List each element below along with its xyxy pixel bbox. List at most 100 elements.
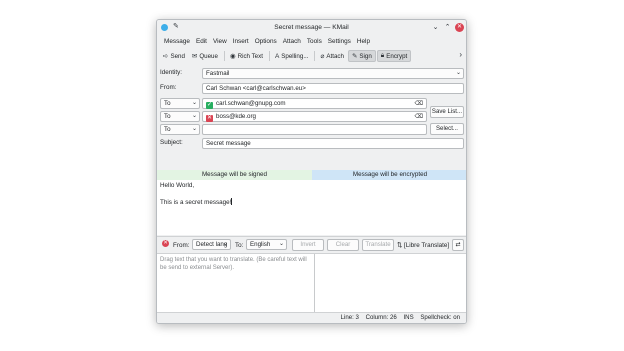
identity-value: Fastmail [206,70,230,77]
translate-button[interactable]: Translate [362,239,394,251]
minimize-button[interactable]: ⌄ [431,23,440,32]
translator-settings-button[interactable]: ⇄ [452,239,464,251]
main-toolbar: ➪ Send ✉ Queue ◉ Rich Text A Spelling...… [157,49,466,63]
toolbar-separator [314,51,316,61]
select-recipients-button[interactable]: Select... [430,123,464,135]
chevron-down-icon: ⌄ [191,100,197,106]
pen-icon: ✎ [351,53,358,60]
encrypted-banner: Message will be encrypted [312,170,466,180]
recipient-type-combo[interactable]: To ⌄ [160,124,200,135]
send-button[interactable]: ➪ Send [160,50,188,62]
menu-tools[interactable]: Tools [304,36,325,48]
rich-text-label: Rich Text [237,52,263,60]
recipient-type-value: To [164,100,171,107]
kmail-composer-window: ✎ Secret message — KMail ⌄ ⌃ ✕ Message E… [156,19,467,324]
translation-engine[interactable]: ⇅ [Libre Translate] [397,242,449,249]
menu-message[interactable]: Message [161,36,193,48]
body-blank-line [160,190,465,198]
spellcheck-icon: A [274,52,280,60]
status-bar: Line: 3 Column: 26 INS Spellcheck: on [157,312,466,323]
identity-combo[interactable]: Fastmail ⌄ [202,68,464,79]
menu-view[interactable]: View [210,36,230,48]
recipient-type-combo[interactable]: To ⌄ [160,111,200,122]
source-language-combo[interactable]: Detect lang ⌄ [192,239,231,250]
spelling-label: Spelling... [281,52,309,60]
encrypt-label: Encrypt [386,52,408,60]
subject-field[interactable]: Secret message [202,138,464,149]
invert-button[interactable]: Invert [292,239,324,251]
target-language-value: English [250,241,271,248]
toolbar-overflow-icon[interactable]: › [459,50,462,59]
send-icon: ➪ [163,53,169,60]
menu-insert[interactable]: Insert [230,36,252,48]
encrypt-toggle[interactable]: 🔒︎ Encrypt [376,50,412,62]
clear-field-icon[interactable]: ⌫ [415,100,423,109]
attach-button[interactable]: ⌀ Attach [317,50,346,62]
paperclip-icon: ⌀ [320,53,325,60]
send-label: Send [170,52,185,60]
insert-mode-indicator: INS [403,314,414,321]
body-line: This is a secret message! [160,199,232,206]
close-button[interactable]: ✕ [455,23,464,32]
chevron-down-icon: ⌄ [191,113,197,119]
menu-edit[interactable]: Edit [193,36,210,48]
crypto-status-bar: Message will be signed Message will be e… [157,170,466,180]
body-line-with-cursor: This is a secret message! [160,198,465,207]
chevron-down-icon: ⌄ [455,70,461,76]
translator-from-label: From: [173,242,190,249]
sign-toggle[interactable]: ✎ Sign [347,50,376,62]
clear-field-icon[interactable]: ⌫ [415,113,423,122]
line-indicator: Line: 3 [340,314,359,321]
key-valid-icon: ✓ [206,102,213,109]
lock-icon: 🔒︎ [380,52,385,59]
recipient-type-value: To [164,126,171,133]
close-translator-icon[interactable]: ✕ [162,240,169,247]
column-indicator: Column: 26 [365,314,397,321]
title-bar: ✎ Secret message — KMail ⌄ ⌃ ✕ [157,20,466,36]
recipient-type-combo[interactable]: To ⌄ [160,98,200,109]
chevron-down-icon: ⌄ [278,241,284,247]
window-title: Secret message — KMail [274,24,349,31]
recipient-address: carl.schwan@gnupg.com [216,100,286,107]
recipient-field[interactable]: ✕ boss@kde.org ⌫ [202,111,427,122]
subject-label: Subject: [160,139,183,146]
menu-options[interactable]: Options [252,36,280,48]
rich-text-button[interactable]: ◉ Rich Text [227,50,266,62]
attach-label: Attach [326,52,344,60]
rich-text-icon: ◉ [229,53,236,60]
message-body-editor[interactable]: Hello World, This is a secret message! [157,180,466,235]
engine-swap-icon: ⇅ [397,242,403,249]
menu-help[interactable]: Help [354,36,373,48]
signed-banner: Message will be signed [157,170,312,180]
from-field[interactable]: Carl Schwan <carl@carlschwan.eu> [202,83,464,94]
translation-engine-label: [Libre Translate] [404,242,450,249]
queue-button[interactable]: ✉ Queue [189,50,221,62]
menu-settings[interactable]: Settings [325,36,354,48]
maximize-button[interactable]: ⌃ [443,23,452,32]
identity-label: Identity: [160,69,183,76]
toolbar-separator [268,51,270,61]
translator-to-label: To: [235,242,244,249]
queue-label: Queue [199,52,218,60]
body-line: Hello World, [160,182,195,189]
chevron-down-icon: ⌄ [222,241,228,247]
from-label: From: [160,84,177,91]
envelope-icon: ✉ [191,53,198,60]
spellcheck-indicator: Spellcheck: on [420,314,460,321]
sign-label: Sign [359,52,372,60]
menu-attach[interactable]: Attach [280,36,304,48]
composer-header: Identity: Fastmail ⌄ From: Carl Schwan <… [157,65,466,169]
target-language-combo[interactable]: English ⌄ [246,239,287,250]
text-cursor [231,198,233,205]
recipient-address: boss@kde.org [216,113,256,120]
menu-bar: Message Edit View Insert Options Attach … [157,36,466,48]
spelling-button[interactable]: A Spelling... [272,50,312,62]
clear-button[interactable]: Clear [327,239,359,251]
key-missing-icon: ✕ [206,115,213,122]
translator-bar: ✕ From: Detect lang ⌄ To: English ⌄ Inve… [157,236,466,252]
recipient-field[interactable] [202,124,427,135]
save-list-button[interactable]: Save List... [430,106,464,118]
recipient-type-value: To [164,113,171,120]
recipient-field[interactable]: ✓ carl.schwan@gnupg.com ⌫ [202,98,427,109]
chevron-down-icon: ⌄ [191,126,197,132]
